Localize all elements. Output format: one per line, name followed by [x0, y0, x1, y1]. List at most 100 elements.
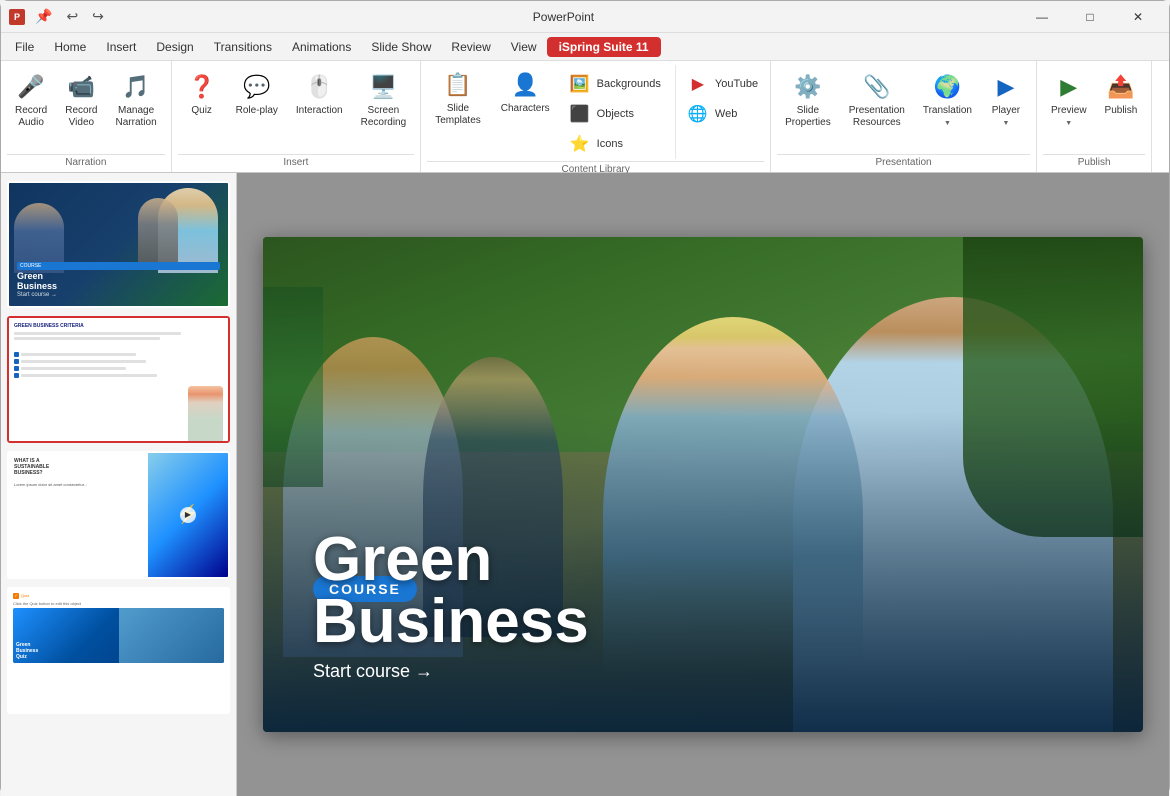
slide3-content: WHAT IS ASUSTAINABLEBUSINESS? Lorem ipsu… — [9, 453, 228, 576]
presentation-resources-button[interactable]: 📎 PresentationResources — [841, 67, 913, 133]
slide-thumbnail-2[interactable]: 2 GREEN BUSINESS CRITERIA — [7, 316, 230, 443]
presentation-resources-label: PresentationResources — [849, 105, 905, 129]
minimize-button[interactable]: — — [1019, 1, 1065, 33]
slide2-content: GREEN BUSINESS CRITERIA — [9, 318, 228, 441]
slide-thumbnail-4[interactable]: 4 ✓ Quiz Click the Quiz button to edit t… — [7, 587, 230, 714]
player-button[interactable]: ▶ Player▼ — [982, 67, 1030, 133]
youtube-button[interactable]: ▶ YouTube — [680, 69, 764, 99]
ribbon-group-publish: ▶ Preview▼ 📤 Publish Publish — [1037, 61, 1152, 172]
record-video-button[interactable]: 📹 RecordVideo — [57, 67, 105, 133]
menu-file[interactable]: File — [5, 37, 44, 57]
interaction-icon: 🖱️ — [303, 71, 335, 103]
title-bar-left: P 📌 ↩ ↪ — [9, 6, 108, 27]
web-button[interactable]: 🌐 Web — [680, 99, 764, 129]
slide4-content: ✓ Quiz Click the Quiz button to edit thi… — [9, 589, 228, 712]
slide-properties-label: SlideProperties — [785, 105, 831, 129]
icons-button[interactable]: ⭐ Icons — [562, 129, 667, 159]
objects-button[interactable]: ⬛ Objects — [562, 99, 667, 129]
ribbon-group-content-library: 📋 SlideTemplates 👤 Characters 🖼️ Backgro… — [421, 61, 771, 172]
roleplay-icon: 💬 — [241, 71, 273, 103]
presentation-resources-icon: 📎 — [861, 71, 893, 103]
presentation-buttons: ⚙️ SlideProperties 📎 PresentationResourc… — [777, 65, 1030, 152]
screen-icon: 🖥️ — [367, 71, 399, 103]
quiz-icon: ❓ — [186, 71, 218, 103]
menu-animations[interactable]: Animations — [282, 37, 361, 57]
menu-home[interactable]: Home — [44, 37, 96, 57]
start-course-text: Start course → — [313, 661, 433, 682]
slide3-image: ⚡ ▶ — [148, 453, 228, 576]
close-button[interactable]: ✕ — [1115, 1, 1161, 33]
role-play-label: Role-play — [236, 105, 278, 117]
content-lib-right: 🖼️ Backgrounds ⬛ Objects ⭐ Icons — [562, 65, 667, 159]
backgrounds-label: Backgrounds — [597, 78, 661, 90]
menu-design[interactable]: Design — [146, 37, 203, 57]
maximize-button[interactable]: □ — [1067, 1, 1113, 33]
video-play-btn[interactable]: ▶ — [180, 507, 196, 523]
characters-icon: 👤 — [509, 69, 541, 101]
slide4-quiz-title: GreenBusinessQuiz — [16, 642, 38, 660]
slide-thumbnail-1[interactable]: 1 COURSE GreenBusiness Start course → — [7, 181, 230, 308]
menu-slideshow[interactable]: Slide Show — [361, 37, 441, 57]
slide2-bg: GREEN BUSINESS CRITERIA — [9, 318, 228, 441]
publish-group-label: Publish — [1043, 154, 1145, 172]
manage-narration-button[interactable]: 🎵 ManageNarration — [108, 67, 165, 133]
slide-templates-button[interactable]: 📋 SlideTemplates — [427, 65, 489, 159]
slide3-bg: WHAT IS ASUSTAINABLEBUSINESS? Lorem ipsu… — [9, 453, 228, 576]
manage-narration-label: ManageNarration — [116, 105, 157, 129]
preview-button[interactable]: ▶ Preview▼ — [1043, 67, 1095, 133]
backgrounds-button[interactable]: 🖼️ Backgrounds — [562, 69, 667, 99]
slide-properties-icon: ⚙️ — [792, 71, 824, 103]
slide-thumbnail-3[interactable]: 3 WHAT IS ASUSTAINABLEBUSINESS? Lorem ip… — [7, 451, 230, 578]
quiz-label: Quiz — [191, 105, 212, 117]
interaction-button[interactable]: 🖱️ Interaction — [288, 67, 351, 121]
ribbon-group-narration: 🎤 RecordAudio 📹 RecordVideo 🎵 ManageNarr… — [1, 61, 172, 172]
slide3-text: Lorem ipsum dolor sit amet consectetur..… — [14, 482, 143, 488]
slide1-title: GreenBusiness — [17, 272, 220, 292]
app-title: PowerPoint — [533, 10, 594, 24]
record-audio-button[interactable]: 🎤 RecordAudio — [7, 67, 55, 133]
quiz-button[interactable]: ❓ Quiz — [178, 67, 226, 121]
characters-button[interactable]: 👤 Characters — [493, 65, 558, 159]
insert-buttons: ❓ Quiz 💬 Role-play 🖱️ Interaction 🖥️ Scr… — [178, 65, 415, 152]
quiz-checkbox-icon: ✓ — [13, 593, 19, 599]
narration-buttons: 🎤 RecordAudio 📹 RecordVideo 🎵 ManageNarr… — [7, 65, 165, 152]
ribbon-group-presentation: ⚙️ SlideProperties 📎 PresentationResourc… — [771, 61, 1037, 172]
role-play-button[interactable]: 💬 Role-play — [228, 67, 286, 121]
icons-icon: ⭐ — [568, 132, 592, 156]
slide4-helper-text: Click the Quiz button to edit this objec… — [13, 601, 224, 606]
slide4-quiz-image: GreenBusinessQuiz — [13, 608, 224, 663]
slide2-title: GREEN BUSINESS CRITERIA — [14, 323, 223, 329]
menu-view[interactable]: View — [501, 37, 547, 57]
slide3-left-panel: WHAT IS ASUSTAINABLEBUSINESS? Lorem ipsu… — [9, 453, 148, 576]
slide1-subtitle: Start course → — [17, 292, 220, 298]
main-slide-canvas: COURSE Green Business Start course → — [263, 237, 1143, 732]
menu-ispring[interactable]: iSpring Suite 11 — [547, 37, 661, 57]
objects-label: Objects — [597, 108, 634, 120]
player-icon: ▶ — [990, 71, 1022, 103]
slide-properties-button[interactable]: ⚙️ SlideProperties — [777, 67, 839, 133]
slide4-bg: ✓ Quiz Click the Quiz button to edit thi… — [9, 589, 228, 712]
screen-recording-button[interactable]: 🖥️ ScreenRecording — [353, 67, 415, 133]
screen-recording-label: ScreenRecording — [361, 105, 407, 129]
slide1-bg: COURSE GreenBusiness Start course → — [9, 183, 228, 306]
main-slide-start-link[interactable]: Start course → — [313, 661, 589, 682]
slide-panel[interactable]: 1 COURSE GreenBusiness Start course → 2 — [1, 173, 237, 796]
content-lib-left: 📋 SlideTemplates 👤 Characters — [427, 65, 557, 159]
publish-buttons: ▶ Preview▼ 📤 Publish — [1043, 65, 1145, 152]
translation-button[interactable]: 🌍 Translation▼ — [915, 67, 980, 133]
redo-button[interactable]: ↪ — [88, 6, 108, 27]
insert-group-label: Insert — [178, 154, 415, 172]
characters-label: Characters — [501, 103, 550, 115]
publish-button[interactable]: 📤 Publish — [1097, 67, 1146, 121]
menu-transitions[interactable]: Transitions — [204, 37, 282, 57]
preview-label: Preview▼ — [1051, 105, 1087, 129]
undo-button[interactable]: ↩ — [62, 6, 82, 27]
slide1-content: COURSE GreenBusiness Start course → — [9, 183, 228, 306]
player-label: Player▼ — [992, 105, 1020, 129]
menu-review[interactable]: Review — [441, 37, 500, 57]
icons-label: Icons — [597, 138, 623, 150]
pin-button[interactable]: 📌 — [31, 6, 56, 27]
menu-insert[interactable]: Insert — [96, 37, 146, 57]
web-label: Web — [715, 108, 737, 120]
translation-label: Translation▼ — [923, 105, 972, 129]
